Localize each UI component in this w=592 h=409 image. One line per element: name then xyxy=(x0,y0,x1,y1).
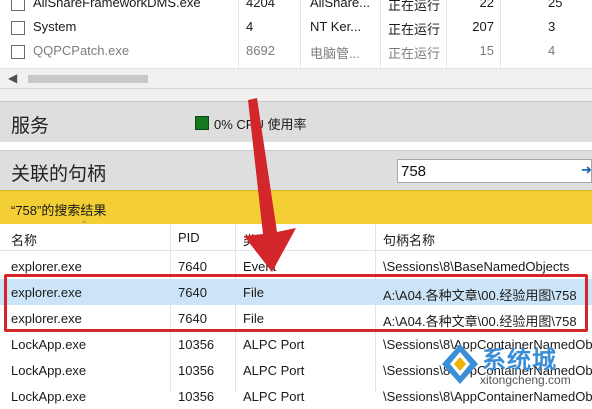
process-pid: 4 xyxy=(246,19,254,34)
watermark: 系统城 xitongcheng.com xyxy=(436,338,592,392)
handle-pid: 10356 xyxy=(178,389,215,404)
process-value: 207 xyxy=(472,19,494,34)
process-checkbox[interactable] xyxy=(11,0,25,11)
process-description: AllShare... xyxy=(310,0,370,10)
watermark-text: 系统城 xyxy=(482,347,557,374)
process-value: 3 xyxy=(548,19,556,34)
process-pid: 4204 xyxy=(246,0,275,10)
process-name: AllShareFrameworkDMS.exe xyxy=(33,0,201,10)
handle-pid: 10356 xyxy=(178,337,215,352)
go-arrow-icon[interactable]: ➜ xyxy=(581,162,592,178)
scrollbar-thumb[interactable] xyxy=(28,75,148,83)
search-results-label: “758”的搜索结果 xyxy=(11,203,107,218)
handle-pid: 10356 xyxy=(178,363,215,378)
process-list: AllShareFrameworkDMS.exe 4204 AllShare..… xyxy=(0,0,592,68)
process-status: 正在运行 xyxy=(388,0,441,13)
process-status: 正在运行 xyxy=(388,22,441,37)
process-value: 15 xyxy=(479,43,494,58)
handle-pid: 7640 xyxy=(178,259,207,274)
handle-process-name: LockApp.exe xyxy=(11,337,87,352)
handle-search-input[interactable] xyxy=(398,160,571,182)
handles-title: 关联的句柄 xyxy=(11,164,107,185)
column-header-name[interactable]: 名称 xyxy=(11,230,37,249)
services-header[interactable]: 服务 0% CPU 使用率 xyxy=(0,101,592,143)
watermark-logo-icon xyxy=(442,344,478,384)
handle-name: \Sessions\8\BaseNamedObjects xyxy=(383,259,570,274)
pane-splitter[interactable] xyxy=(0,88,592,101)
process-pid: 8692 xyxy=(246,43,275,58)
scroll-left-icon[interactable]: ◀ xyxy=(8,71,17,85)
search-results-banner: “758”的搜索结果 xyxy=(0,190,592,226)
process-name: System xyxy=(33,19,77,34)
horizontal-scrollbar[interactable]: ◀ xyxy=(0,68,592,89)
sort-ascending-icon: ⌃ xyxy=(80,220,89,231)
handles-column-header: 名称 ⌃ PID 类型 句柄名称 xyxy=(0,220,592,251)
handle-process-name: LockApp.exe xyxy=(11,363,87,378)
handle-type: ALPC Port xyxy=(243,363,305,378)
process-row[interactable]: System 4 NT Ker... 正在运行 207 3 xyxy=(0,17,592,39)
process-value: 25 xyxy=(548,0,563,10)
handles-header[interactable]: 关联的句柄 ➜ xyxy=(0,150,592,191)
process-description: NT Ker... xyxy=(310,19,362,34)
cpu-usage-label: 0% CPU 使用率 xyxy=(214,117,307,132)
process-checkbox[interactable] xyxy=(11,45,25,59)
process-value: 22 xyxy=(479,0,494,10)
handle-process-name: LockApp.exe xyxy=(11,389,87,404)
column-header-handle-name[interactable]: 句柄名称 xyxy=(383,230,435,249)
handle-type: ALPC Port xyxy=(243,337,305,352)
column-header-type[interactable]: 类型 xyxy=(243,230,269,249)
services-title: 服务 xyxy=(11,116,50,137)
process-row[interactable]: QQPCPatch.exe 8692 电脑管... 正在运行 15 4 xyxy=(0,41,592,63)
section-gap xyxy=(0,142,592,150)
process-checkbox[interactable] xyxy=(11,21,25,35)
handle-type: Event xyxy=(243,259,277,274)
process-status: 正在运行 xyxy=(388,46,441,61)
process-name: QQPCPatch.exe xyxy=(33,43,130,58)
handle-search-box[interactable]: ➜ xyxy=(397,159,592,183)
watermark-url: xitongcheng.com xyxy=(480,373,571,387)
handle-type: ALPC Port xyxy=(243,389,305,404)
process-description: 电脑管... xyxy=(310,46,360,61)
column-header-pid[interactable]: PID xyxy=(178,230,200,245)
process-value: 4 xyxy=(548,43,556,58)
cpu-indicator-icon xyxy=(195,116,209,130)
process-row[interactable]: AllShareFrameworkDMS.exe 4204 AllShare..… xyxy=(0,0,592,15)
annotation-highlight-box xyxy=(4,274,588,332)
handle-process-name: explorer.exe xyxy=(11,259,82,274)
